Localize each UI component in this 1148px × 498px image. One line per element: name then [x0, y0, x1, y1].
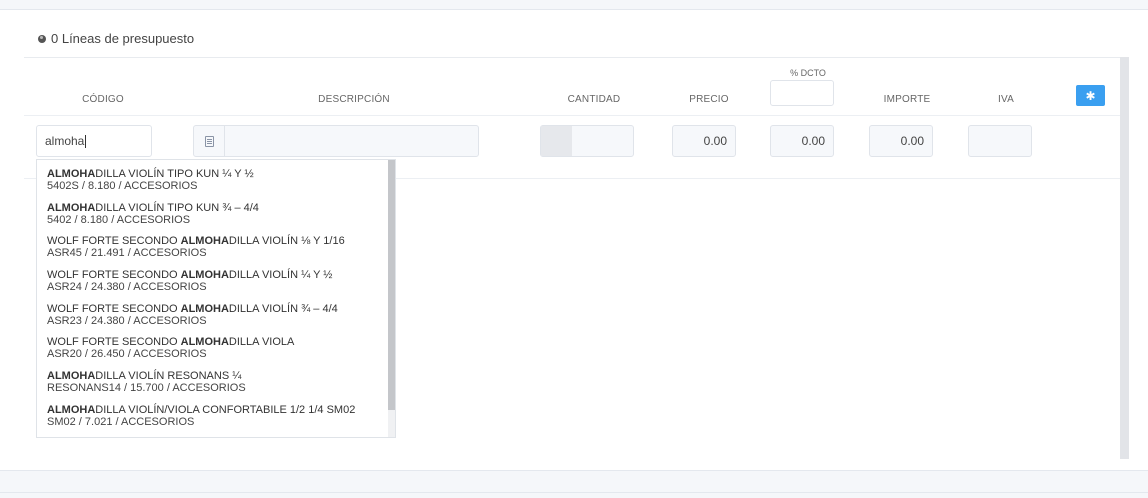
quantity-input[interactable] [540, 125, 634, 157]
footer-divider [0, 492, 1148, 493]
dropdown-scrollbar-thumb[interactable] [388, 160, 395, 410]
asterisk-icon: ✱ [1085, 88, 1096, 103]
column-header-descripcion: DESCRIPCIÓN [318, 94, 390, 105]
settings-button[interactable]: ✱ [1076, 85, 1105, 106]
suggestion-item[interactable]: ALMOHADILLA VIOLÍN TIPO KUN ¼ Y ½ 5402S … [47, 168, 254, 192]
quantity-addon [541, 126, 572, 156]
column-header-cantidad: CANTIDAD [567, 94, 621, 105]
suggestion-item[interactable]: ALMOHADILLA VIOLÍN RESONANS ¼ RESONANS14… [47, 370, 246, 394]
globe-icon [38, 34, 46, 43]
section-title: 0 Líneas de presupuesto [38, 31, 194, 46]
text-cursor [85, 135, 87, 149]
column-header-precio: PRECIO [689, 94, 729, 105]
column-header-dcto: % DCTO [790, 68, 826, 78]
column-header-codigo: CÓDIGO [82, 94, 124, 105]
global-discount-input[interactable] [770, 80, 834, 106]
discount-input[interactable]: 0.00 [770, 125, 834, 157]
price-input[interactable]: 0.00 [672, 125, 736, 157]
column-header-importe: IMPORTE [883, 94, 931, 105]
vertical-scrollbar[interactable] [1120, 57, 1129, 459]
suggestion-item[interactable]: WOLF FORTE SECONDO ALMOHADILLA VIOLA ASR… [47, 336, 294, 360]
dropdown-scrollbar[interactable] [388, 160, 395, 437]
suggestion-item[interactable]: WOLF FORTE SECONDO ALMOHADILLA VIOLÍN ¼ … [47, 269, 332, 293]
document-icon [204, 135, 214, 147]
autocomplete-dropdown: ALMOHADILLA VIOLÍN TIPO KUN ¼ Y ½ 5402S … [36, 159, 396, 438]
suggestion-item[interactable]: WOLF FORTE SECONDO ALMOHADILLA VIOLÍN ¾ … [47, 303, 338, 327]
column-header-iva: IVA [998, 94, 1014, 105]
suggestion-item[interactable]: WOLF FORTE SECONDO ALMOHADILLA VIOLÍN ⅛ … [47, 235, 345, 259]
vat-input[interactable] [968, 125, 1032, 157]
header-divider [24, 115, 1120, 116]
code-input-value: almoha [45, 134, 85, 148]
code-input[interactable]: almoha [36, 125, 152, 157]
section-title-text: 0 Líneas de presupuesto [51, 31, 195, 46]
suggestion-item[interactable]: ALMOHADILLA VIOLÍN TIPO KUN ¾ – 4/4 5402… [47, 202, 259, 226]
suggestion-item[interactable]: ALMOHADILLA VIOLÍN/VIOLA CONFORTABILE 1/… [47, 404, 355, 428]
description-input[interactable] [193, 125, 479, 157]
amount-input[interactable]: 0.00 [869, 125, 933, 157]
description-addon [194, 126, 225, 156]
